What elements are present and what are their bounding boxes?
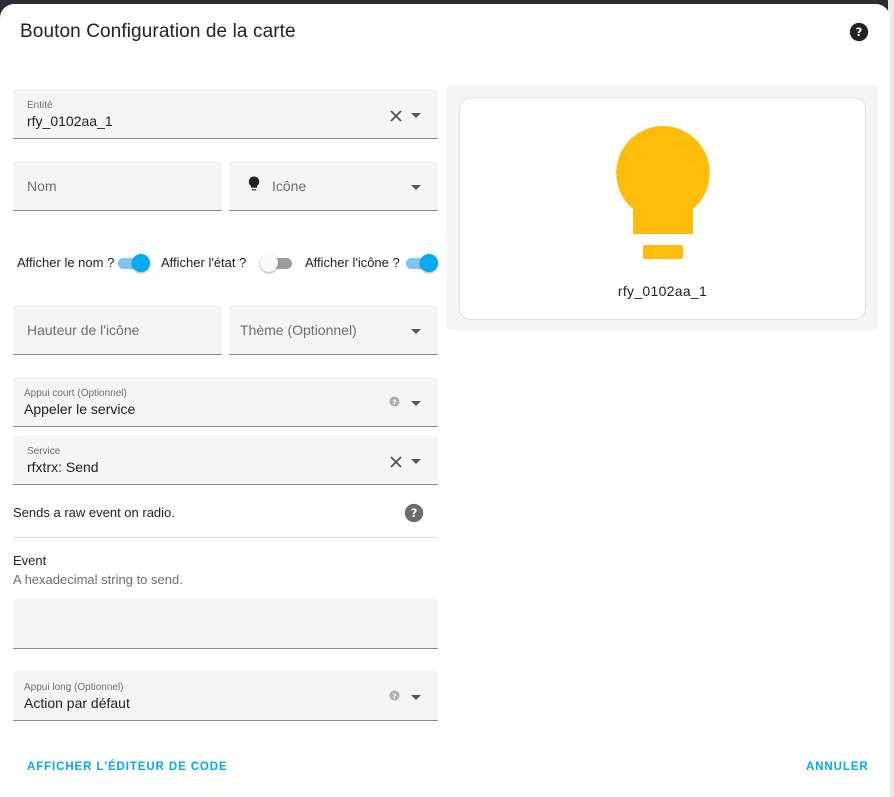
- service-label: Service: [27, 446, 61, 457]
- tap-action-value: Appeler le service: [24, 401, 136, 417]
- lightbulb-icon: [616, 126, 710, 259]
- help-icon[interactable]: ?: [849, 22, 869, 42]
- entity-value: rfy_0102aa_1: [27, 113, 113, 129]
- service-value: rfxtrx: Send: [27, 459, 99, 475]
- show-state-switch[interactable]: [260, 254, 294, 272]
- entity-picker[interactable]: Entité rfy_0102aa_1: [13, 89, 438, 139]
- icon-height-placeholder: Hauteur de l'icône: [27, 322, 140, 338]
- icon-placeholder: Icône: [272, 178, 307, 194]
- theme-placeholder: Thème (Optionnel): [240, 322, 357, 338]
- divider: [13, 537, 438, 538]
- show-name-label: Afficher le nom ?: [17, 255, 115, 270]
- show-icon-switch[interactable]: [404, 254, 438, 272]
- show-icon-label: Afficher l'icône ?: [305, 255, 400, 270]
- icon-picker[interactable]: Icône: [229, 161, 438, 211]
- help-icon[interactable]: ?: [389, 690, 400, 701]
- show-state-label: Afficher l'état ?: [161, 255, 247, 270]
- preview-entity-name: rfy_0102aa_1: [617, 283, 708, 299]
- card-config-dialog: Bouton Configuration de la carte ? Entit…: [0, 4, 890, 797]
- lightbulb-icon: [248, 176, 260, 191]
- chevron-down-icon[interactable]: [411, 401, 421, 406]
- cancel-button[interactable]: ANNULER: [806, 761, 869, 773]
- svg-text:?: ?: [392, 397, 396, 406]
- svg-text:?: ?: [392, 691, 396, 700]
- svg-text:?: ?: [411, 506, 418, 520]
- event-input[interactable]: [13, 599, 438, 649]
- tap-action-label: Appui court (Optionnel): [24, 388, 127, 399]
- help-icon[interactable]: ?: [404, 503, 424, 523]
- chevron-down-icon[interactable]: [411, 459, 421, 464]
- hold-action-value: Action par défaut: [24, 695, 130, 711]
- event-description: A hexadecimal string to send.: [13, 572, 183, 587]
- chevron-down-icon[interactable]: [411, 329, 421, 334]
- service-picker[interactable]: Service rfxtrx: Send: [13, 435, 438, 485]
- chevron-down-icon[interactable]: [411, 113, 421, 118]
- name-placeholder: Nom: [27, 178, 57, 194]
- name-input[interactable]: Nom: [13, 161, 222, 211]
- hold-action-select[interactable]: Appui long (Optionnel) Action par défaut…: [13, 671, 438, 721]
- dialog-title: Bouton Configuration de la carte: [20, 21, 296, 42]
- icon-height-input[interactable]: Hauteur de l'icône: [13, 305, 222, 355]
- toggle-row: Afficher le nom ? Afficher l'état ? Affi…: [0, 252, 446, 274]
- theme-select[interactable]: Thème (Optionnel): [229, 305, 438, 355]
- clear-icon[interactable]: [389, 109, 403, 123]
- clear-icon[interactable]: [389, 455, 403, 469]
- help-icon[interactable]: ?: [389, 396, 400, 407]
- show-name-switch[interactable]: [116, 254, 150, 272]
- entity-label: Entité: [27, 100, 53, 111]
- event-title: Event: [13, 553, 47, 568]
- svg-text:?: ?: [856, 25, 863, 39]
- show-code-editor-button[interactable]: AFFICHER L'ÉDITEUR DE CODE: [27, 761, 228, 773]
- chevron-down-icon[interactable]: [411, 185, 421, 190]
- chevron-down-icon[interactable]: [411, 695, 421, 700]
- hold-action-label: Appui long (Optionnel): [24, 682, 124, 693]
- tap-action-select[interactable]: Appui court (Optionnel) Appeler le servi…: [13, 377, 438, 427]
- service-description: Sends a raw event on radio.: [13, 505, 175, 520]
- button-card-preview[interactable]: rfy_0102aa_1: [459, 97, 866, 320]
